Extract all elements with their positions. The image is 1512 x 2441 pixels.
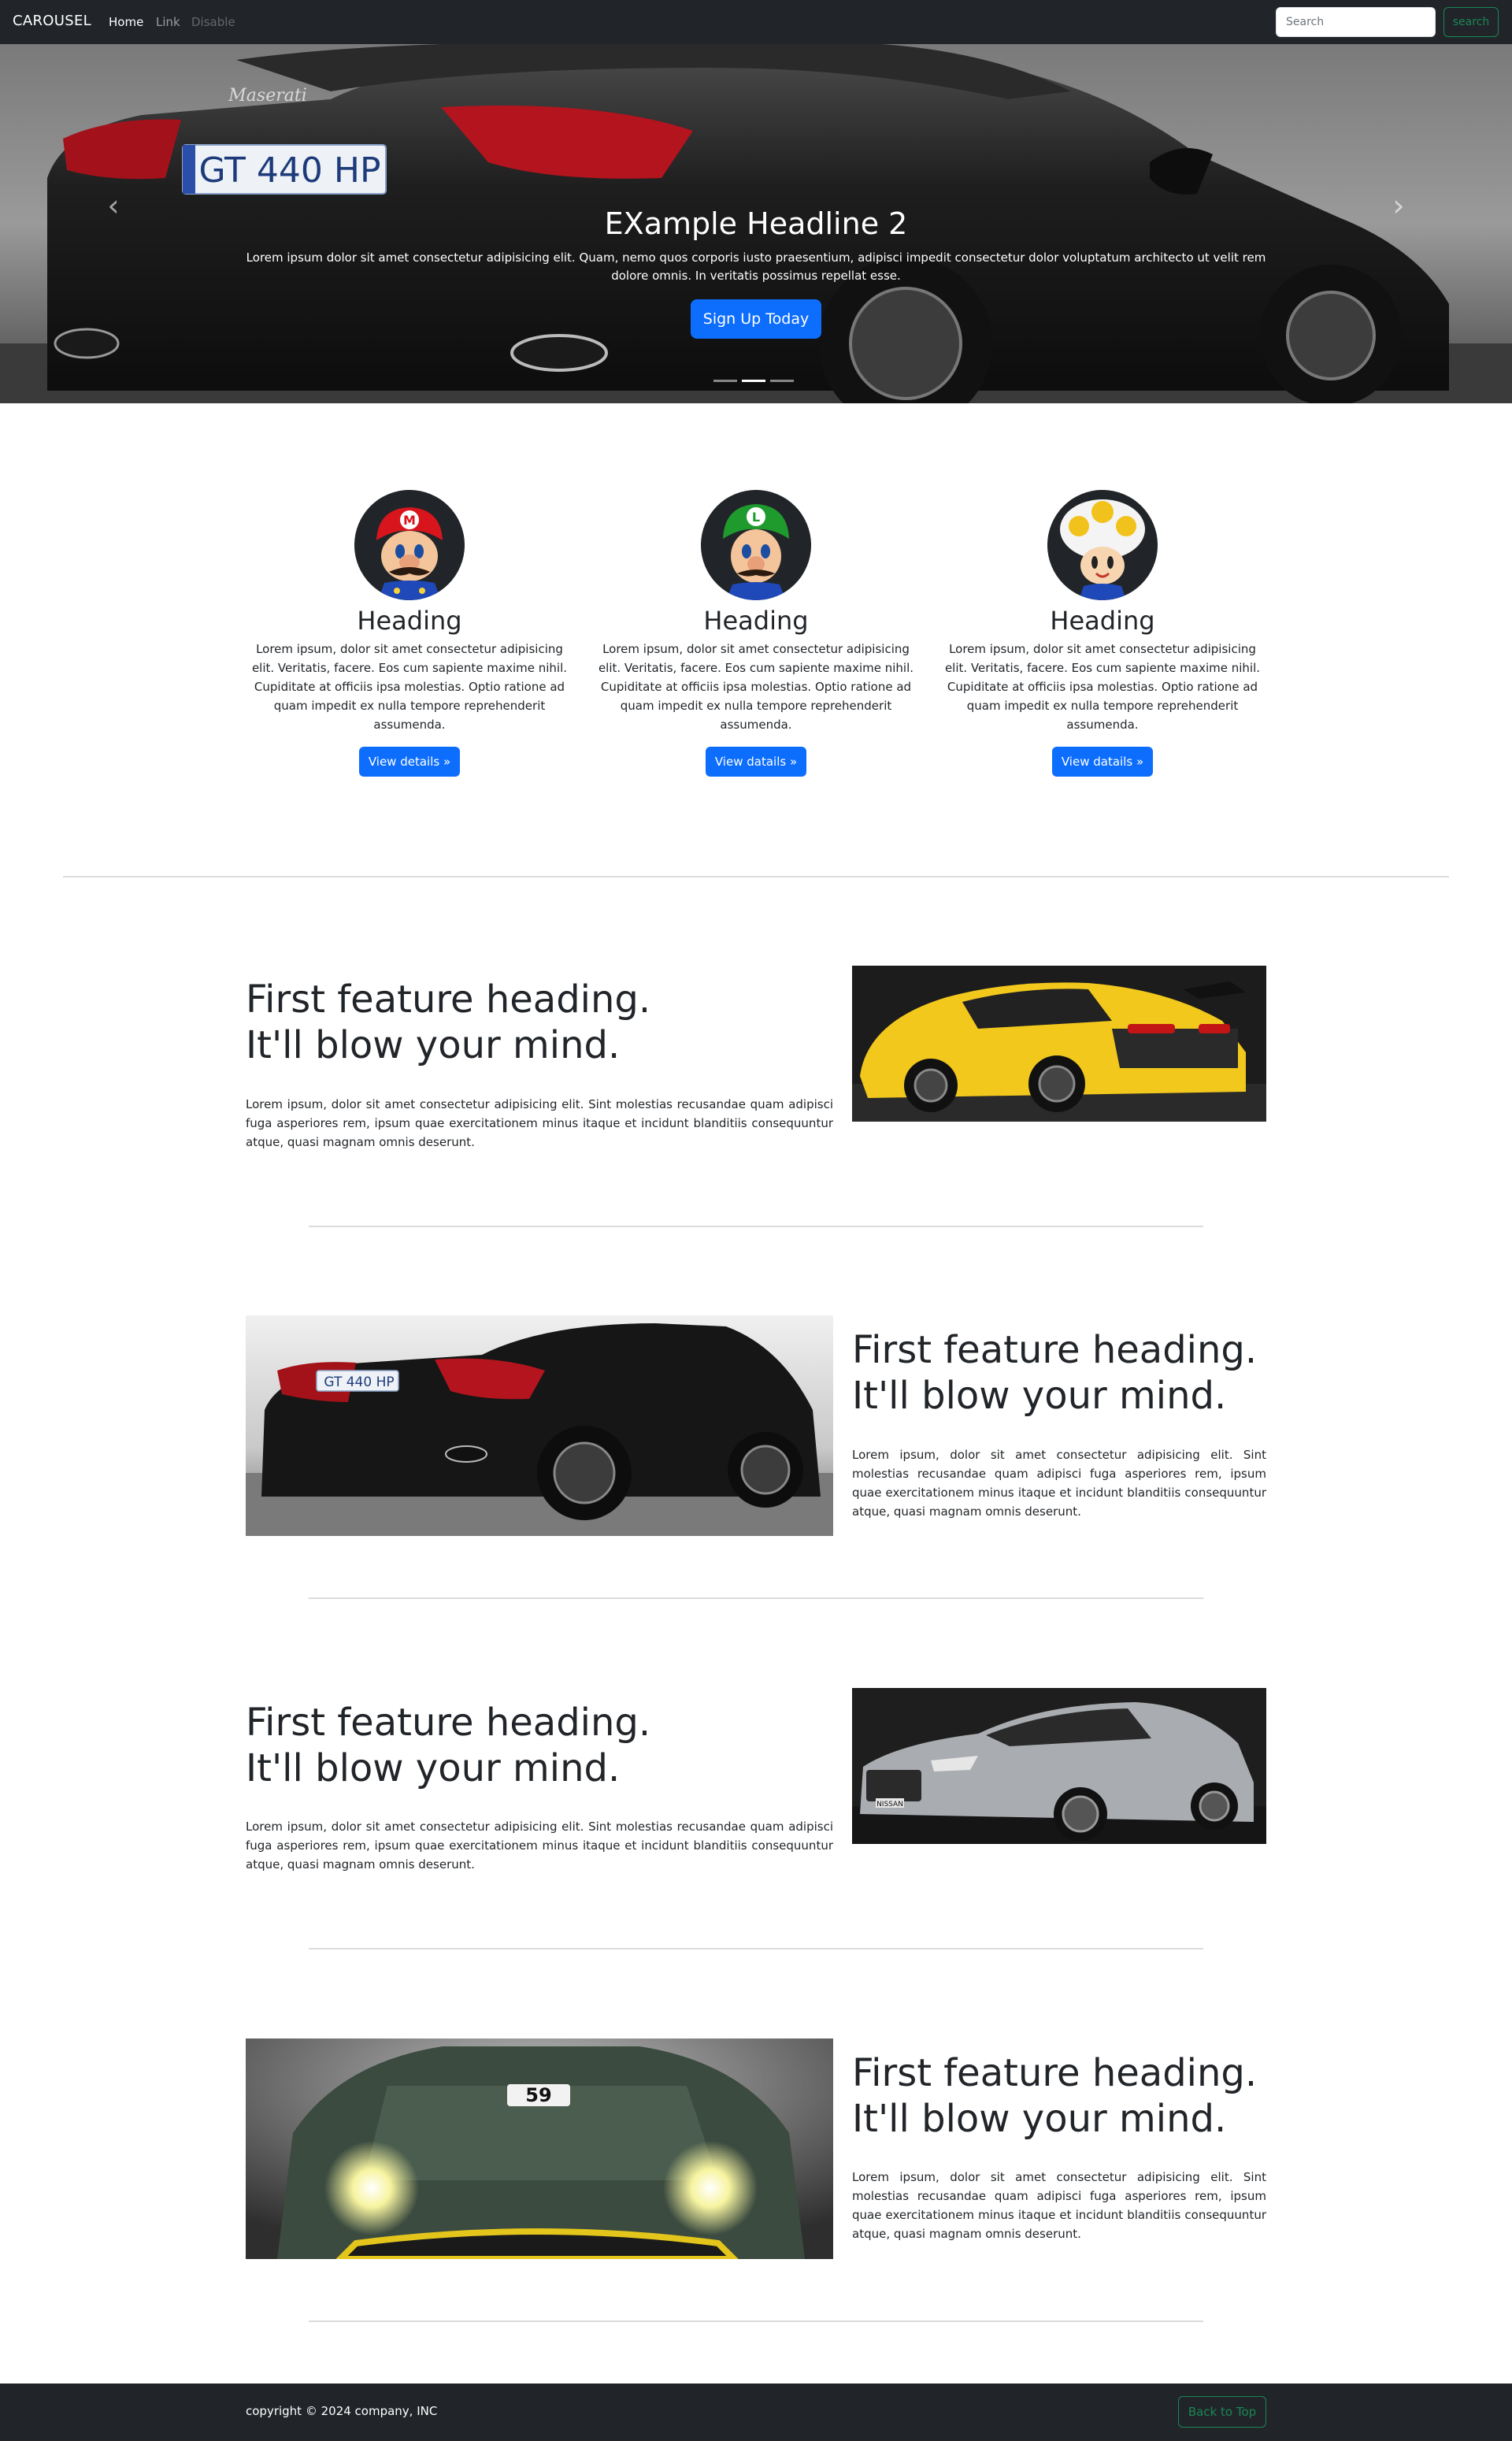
navbar: CAROUSEL Home Link Disable search <box>0 0 1512 44</box>
mario-avatar: M <box>354 490 465 600</box>
nav-link-disable: Disable <box>191 15 235 29</box>
marketing-heading-3: Heading <box>1050 606 1155 636</box>
nav-link-home[interactable]: Home <box>109 15 143 29</box>
hero-carousel: GT 440 HP Maserati ‹ › EXample Headline … <box>0 44 1512 403</box>
hero-brand-script: Maserati <box>228 86 306 106</box>
featurette-heading-3-line2: It'll blow your mind. <box>246 1746 621 1790</box>
carousel-indicator-2[interactable] <box>742 380 765 382</box>
hero-title: EXample Headline 2 <box>604 206 908 241</box>
green-race-car-image: 59 <box>246 2038 833 2259</box>
carousel-indicators <box>713 380 794 382</box>
sign-up-button[interactable]: Sign Up Today <box>691 299 821 339</box>
featurette-text-3: Lorem ipsum, dolor sit amet consectetur … <box>246 1820 833 1872</box>
black-maserati-image: GT 440 HP <box>246 1315 833 1536</box>
featurette-text-1: Lorem ipsum, dolor sit amet consectetur … <box>246 1097 833 1149</box>
marketing-text-2: Lorem ipsum, dolor sit amet consectetur … <box>598 642 914 732</box>
featurette-divider-4 <box>309 2320 1203 2322</box>
featurette-text-4: Lorem ipsum, dolor sit amet consectetur … <box>852 2170 1266 2241</box>
featurette-divider-2 <box>309 1597 1203 1599</box>
luigi-avatar: L <box>701 490 811 600</box>
svg-text:L: L <box>752 510 760 525</box>
marketing-heading-2: Heading <box>703 606 809 636</box>
featurette-heading-3: First feature heading. It'll blow your m… <box>246 1700 828 1791</box>
toad-avatar <box>1047 490 1158 600</box>
carousel-indicator-3[interactable] <box>770 380 794 382</box>
marketing-text-3: Lorem ipsum, dolor sit amet consectetur … <box>944 642 1261 732</box>
featurette-race-number-4: 59 <box>525 2084 551 2106</box>
featurette-heading-2-line1: First feature heading. <box>852 1328 1258 1372</box>
nav-link-link[interactable]: Link <box>156 15 180 29</box>
featurette-divider-3 <box>309 1948 1203 1949</box>
featurette-heading-2: First feature heading. It'll blow your m… <box>852 1327 1277 1419</box>
view-details-button-1[interactable]: View details » <box>358 747 461 777</box>
yellow-sports-car-image <box>852 966 1266 1122</box>
featurette-heading-1-line1: First feature heading. <box>246 978 651 1022</box>
view-details-button-2[interactable]: View datails » <box>705 747 807 777</box>
hero-license-plate: GT 440 HP <box>199 150 381 191</box>
featurette-plate-2: GT 440 HP <box>324 1374 394 1390</box>
footer: copyright © 2024 company, INC Back to To… <box>0 2383 1512 2441</box>
hero-text: Lorem ipsum dolor sit amet consectetur a… <box>246 250 1266 283</box>
section-divider <box>63 876 1449 877</box>
featurette-heading-4: First feature heading. It'll blow your m… <box>852 2050 1277 2142</box>
svg-text:M: M <box>403 513 416 528</box>
silver-nissan-gtr-image: NISSAN <box>852 1688 1266 1844</box>
featurette-heading-3-line1: First feature heading. <box>246 1701 651 1745</box>
marketing-column-2: L Heading Lorem ipsum, dolor sit amet co… <box>591 490 921 777</box>
marketing-text-1: Lorem ipsum, dolor sit amet consectetur … <box>251 642 568 732</box>
search-button[interactable]: search <box>1443 7 1499 37</box>
navbar-brand[interactable]: CAROUSEL <box>13 13 91 29</box>
carousel-indicator-1[interactable] <box>713 380 737 382</box>
featurette-heading-4-line2: It'll blow your mind. <box>852 2097 1227 2141</box>
featurette-heading-1: First feature heading. It'll blow your m… <box>246 977 828 1068</box>
featurette-text-2: Lorem ipsum, dolor sit amet consectetur … <box>852 1448 1266 1519</box>
footer-copyright: copyright © 2024 company, INC <box>246 2404 438 2418</box>
featurette-divider-1 <box>309 1226 1203 1227</box>
featurette-heading-1-line2: It'll blow your mind. <box>246 1023 621 1067</box>
marketing-column-1: M Heading Lorem ipsum, dolor sit amet co… <box>244 490 575 777</box>
featurette-heading-2-line2: It'll blow your mind. <box>852 1374 1227 1418</box>
marketing-heading-1: Heading <box>357 606 462 636</box>
featurette-heading-4-line1: First feature heading. <box>852 2051 1258 2095</box>
featurette-badge-3: NISSAN <box>876 1801 903 1808</box>
view-details-button-3[interactable]: View datails » <box>1051 747 1154 777</box>
marketing-column-3: Heading Lorem ipsum, dolor sit amet cons… <box>937 490 1268 777</box>
back-to-top-button[interactable]: Back to Top <box>1178 2396 1266 2428</box>
search-input[interactable] <box>1276 7 1436 37</box>
